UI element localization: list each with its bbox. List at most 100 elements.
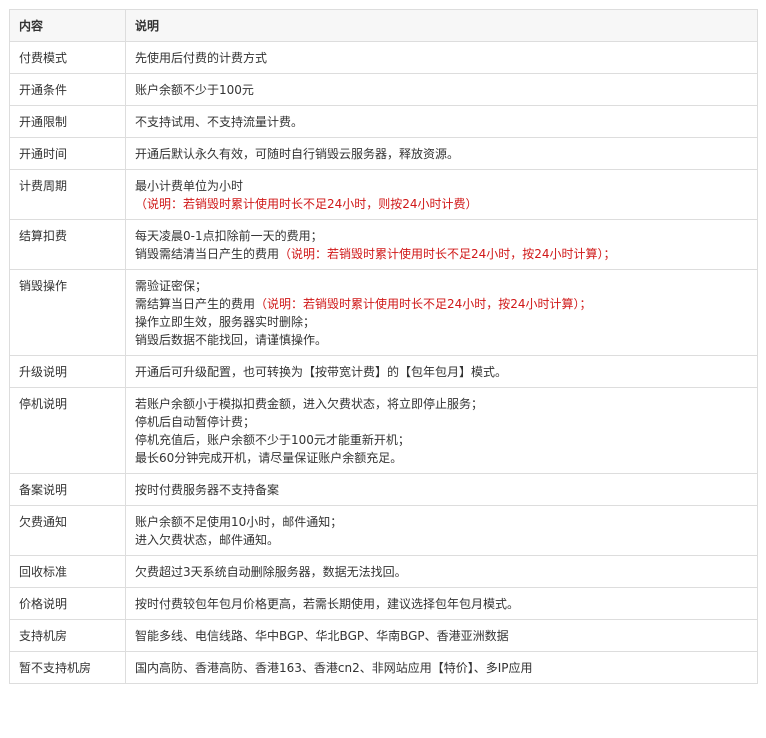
description-text: 账户余额不少于100元 (135, 83, 254, 97)
description-line: 停机后自动暂停计费； (135, 413, 748, 431)
table-row: 价格说明 按时付费较包年包月价格更高，若需长期使用，建议选择包年包月模式。 (9, 587, 758, 620)
description-line: 停机充值后，账户余额不少于100元才能重新开机； (135, 431, 748, 449)
description-text: 销毁需结清当日产生的费用 (135, 247, 280, 261)
row-label: 支持机房 (9, 619, 126, 652)
row-description: 需验证密保； 需结算当日产生的费用（说明：若销毁时累计使用时长不足24小时，按24… (125, 269, 758, 356)
description-text: 按时付费服务器不支持备案 (135, 483, 280, 497)
description-text: 操作立即生效，服务器实时删除； (135, 315, 316, 329)
table-row: 开通条件 账户余额不少于100元 (9, 73, 758, 106)
row-label: 开通时间 (9, 137, 126, 170)
table-row: 暂不支持机房 国内高防、香港高防、香港163、香港cn2、非网站应用【特价】、多I… (9, 651, 758, 684)
description-text: 销毁后数据不能找回，请谨慎操作。 (135, 333, 328, 347)
header-content: 内容 (9, 9, 126, 42)
description-line: 国内高防、香港高防、香港163、香港cn2、非网站应用【特价】、多IP应用 (135, 659, 748, 677)
note-text: （说明：若销毁时累计使用时长不足24小时，则按24小时计费） (135, 197, 478, 211)
description-line: 智能多线、电信线路、华中BGP、华北BGP、华南BGP、香港亚洲数据 (135, 627, 748, 645)
row-description: 账户余额不足使用10小时，邮件通知； 进入欠费状态，邮件通知。 (125, 505, 758, 556)
description-text: 不支持试用、不支持流量计费。 (135, 115, 304, 129)
row-label: 欠费通知 (9, 505, 126, 556)
row-description: 开通后默认永久有效，可随时自行销毁云服务器，释放资源。 (125, 137, 758, 170)
table-row: 欠费通知 账户余额不足使用10小时，邮件通知； 进入欠费状态，邮件通知。 (9, 505, 758, 556)
description-line: 每天凌晨0-1点扣除前一天的费用； (135, 227, 748, 245)
table-row: 支持机房 智能多线、电信线路、华中BGP、华北BGP、华南BGP、香港亚洲数据 (9, 619, 758, 652)
row-label: 开通条件 (9, 73, 126, 106)
table-row: 付费模式 先使用后付费的计费方式 (9, 41, 758, 74)
billing-info-table: 内容 说明 付费模式 先使用后付费的计费方式 开通条件 账户余额不少于100元 开通限制… (9, 9, 758, 684)
row-label: 回收标准 (9, 555, 126, 588)
note-text: （说明：若销毁时累计使用时长不足24小时，按24小时计算）； (279, 247, 616, 261)
description-line: 进入欠费状态，邮件通知。 (135, 531, 748, 549)
table-row: 结算扣费 每天凌晨0-1点扣除前一天的费用； 销毁需结清当日产生的费用（说明：若销毁… (9, 219, 758, 270)
row-description: 智能多线、电信线路、华中BGP、华北BGP、华南BGP、香港亚洲数据 (125, 619, 758, 652)
description-text: 开通后可升级配置，也可转换为【按带宽计费】的【包年包月】模式。 (135, 365, 508, 379)
table-row: 销毁操作 需验证密保； 需结算当日产生的费用（说明：若销毁时累计使用时长不足24小时… (9, 269, 758, 356)
description-line: 最长60分钟完成开机，请尽量保证账户余额充足。 (135, 449, 748, 467)
row-label: 付费模式 (9, 41, 126, 74)
table-row: 升级说明 开通后可升级配置，也可转换为【按带宽计费】的【包年包月】模式。 (9, 355, 758, 388)
row-description: 先使用后付费的计费方式 (125, 41, 758, 74)
table-body: 付费模式 先使用后付费的计费方式 开通条件 账户余额不少于100元 开通限制 不支持试用、… (9, 41, 758, 684)
description-text: 开通后默认永久有效，可随时自行销毁云服务器，释放资源。 (135, 147, 460, 161)
header-row: 内容 说明 (9, 9, 758, 42)
description-text: 国内高防、香港高防、香港163、香港cn2、非网站应用【特价】、多IP应用 (135, 661, 533, 675)
row-description: 每天凌晨0-1点扣除前一天的费用； 销毁需结清当日产生的费用（说明：若销毁时累计使… (125, 219, 758, 270)
description-line: 销毁后数据不能找回，请谨慎操作。 (135, 331, 748, 349)
table-row: 回收标准 欠费超过3天系统自动删除服务器，数据无法找回。 (9, 555, 758, 588)
description-text: 停机后自动暂停计费； (135, 415, 256, 429)
description-text: 先使用后付费的计费方式 (135, 51, 268, 65)
table-row: 备案说明 按时付费服务器不支持备案 (9, 473, 758, 506)
description-text: 按时付费较包年包月价格更高，若需长期使用，建议选择包年包月模式。 (135, 597, 520, 611)
description-line: 需验证密保； (135, 277, 748, 295)
table-header: 内容 说明 (9, 9, 758, 42)
row-description: 开通后可升级配置，也可转换为【按带宽计费】的【包年包月】模式。 (125, 355, 758, 388)
table-row: 开通限制 不支持试用、不支持流量计费。 (9, 105, 758, 138)
row-description: 最小计费单位为小时 （说明：若销毁时累计使用时长不足24小时，则按24小时计费） (125, 169, 758, 220)
description-line: 若账户余额小于模拟扣费金额，进入欠费状态，将立即停止服务； (135, 395, 748, 413)
description-line: 按时付费较包年包月价格更高，若需长期使用，建议选择包年包月模式。 (135, 595, 748, 613)
description-line: 账户余额不足使用10小时，邮件通知； (135, 513, 748, 531)
row-label: 停机说明 (9, 387, 126, 474)
description-text: 欠费超过3天系统自动删除服务器，数据无法找回。 (135, 565, 407, 579)
row-description: 按时付费较包年包月价格更高，若需长期使用，建议选择包年包月模式。 (125, 587, 758, 620)
row-label: 备案说明 (9, 473, 126, 506)
description-text: 进入欠费状态，邮件通知。 (135, 533, 280, 547)
description-line: 最小计费单位为小时 (135, 177, 748, 195)
row-label: 开通限制 (9, 105, 126, 138)
description-text: 若账户余额小于模拟扣费金额，进入欠费状态，将立即停止服务； (135, 397, 484, 411)
row-description: 国内高防、香港高防、香港163、香港cn2、非网站应用【特价】、多IP应用 (125, 651, 758, 684)
row-label: 价格说明 (9, 587, 126, 620)
description-text: 账户余额不足使用10小时，邮件通知； (135, 515, 343, 529)
table-row: 计费周期 最小计费单位为小时 （说明：若销毁时累计使用时长不足24小时，则按24小时… (9, 169, 758, 220)
description-text: 每天凌晨0-1点扣除前一天的费用； (135, 229, 323, 243)
note-text: （说明：若销毁时累计使用时长不足24小时，按24小时计算）； (255, 297, 592, 311)
description-line: 操作立即生效，服务器实时删除； (135, 313, 748, 331)
description-text: 需结算当日产生的费用 (135, 297, 256, 311)
description-text: 智能多线、电信线路、华中BGP、华北BGP、华南BGP、香港亚洲数据 (135, 629, 509, 643)
description-line: 按时付费服务器不支持备案 (135, 481, 748, 499)
description-line: 销毁需结清当日产生的费用（说明：若销毁时累计使用时长不足24小时，按24小时计算… (135, 245, 748, 263)
description-text: 最小计费单位为小时 (135, 179, 244, 193)
content-wrapper: 内容 说明 付费模式 先使用后付费的计费方式 开通条件 账户余额不少于100元 开通限制… (0, 0, 766, 684)
description-text: 停机充值后，账户余额不少于100元才能重新开机； (135, 433, 410, 447)
description-line: （说明：若销毁时累计使用时长不足24小时，则按24小时计费） (135, 195, 748, 213)
description-line: 开通后默认永久有效，可随时自行销毁云服务器，释放资源。 (135, 145, 748, 163)
description-line: 欠费超过3天系统自动删除服务器，数据无法找回。 (135, 563, 748, 581)
table-row: 开通时间 开通后默认永久有效，可随时自行销毁云服务器，释放资源。 (9, 137, 758, 170)
description-line: 开通后可升级配置，也可转换为【按带宽计费】的【包年包月】模式。 (135, 363, 748, 381)
row-label: 销毁操作 (9, 269, 126, 356)
description-text: 最长60分钟完成开机，请尽量保证账户余额充足。 (135, 451, 403, 465)
row-label: 结算扣费 (9, 219, 126, 270)
description-line: 需结算当日产生的费用（说明：若销毁时累计使用时长不足24小时，按24小时计算）； (135, 295, 748, 313)
row-description: 不支持试用、不支持流量计费。 (125, 105, 758, 138)
row-description: 若账户余额小于模拟扣费金额，进入欠费状态，将立即停止服务； 停机后自动暂停计费； 停… (125, 387, 758, 474)
header-description: 说明 (125, 9, 758, 42)
description-line: 不支持试用、不支持流量计费。 (135, 113, 748, 131)
table-row: 停机说明 若账户余额小于模拟扣费金额，进入欠费状态，将立即停止服务； 停机后自动暂停… (9, 387, 758, 474)
row-description: 按时付费服务器不支持备案 (125, 473, 758, 506)
description-line: 账户余额不少于100元 (135, 81, 748, 99)
description-line: 先使用后付费的计费方式 (135, 49, 748, 67)
row-description: 账户余额不少于100元 (125, 73, 758, 106)
row-label: 暂不支持机房 (9, 651, 126, 684)
row-description: 欠费超过3天系统自动删除服务器，数据无法找回。 (125, 555, 758, 588)
description-text: 需验证密保； (135, 279, 208, 293)
